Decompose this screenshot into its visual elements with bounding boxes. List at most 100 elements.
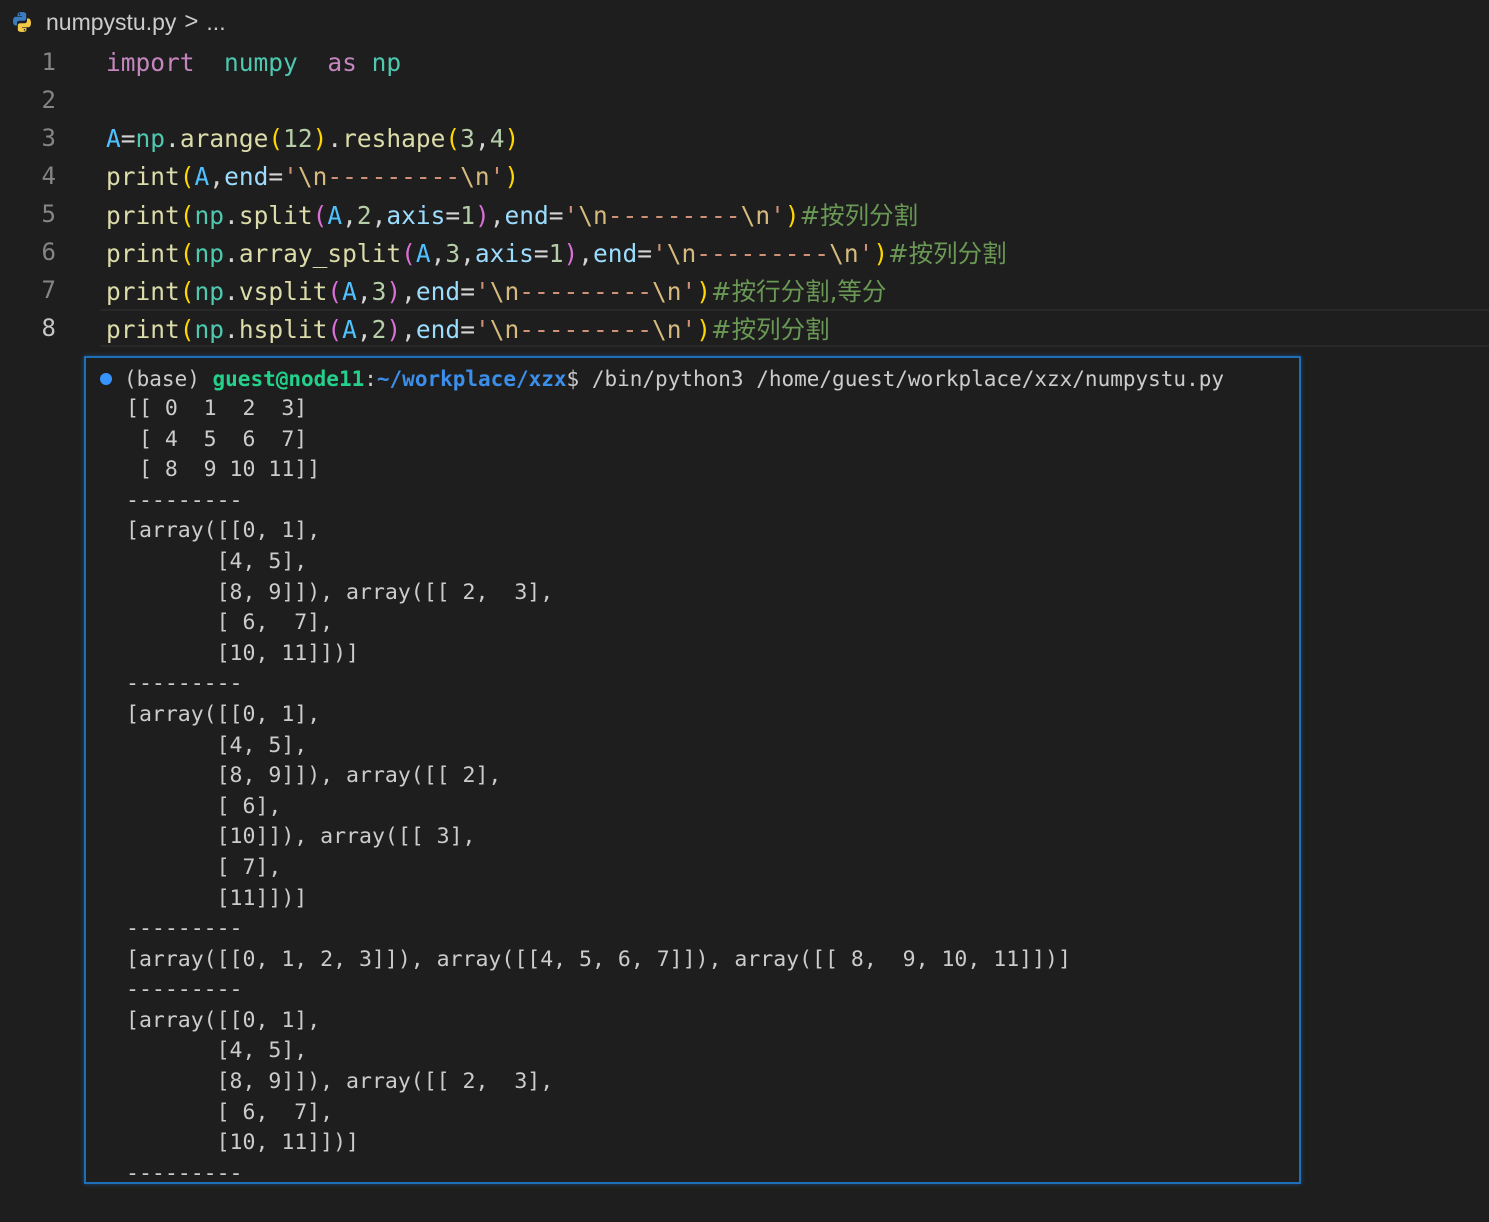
code-token: vsplit: [238, 276, 328, 306]
line-number: 7: [41, 276, 56, 304]
code-editor[interactable]: 1 import numpy as np 2 3 A=np.arange(12).res…: [0, 43, 1489, 347]
code-token: np: [194, 276, 225, 306]
code-token: .: [327, 123, 343, 153]
code-token: .: [224, 200, 239, 230]
code-token: ): [504, 123, 520, 153]
code-token: np: [194, 238, 225, 268]
code-token: A: [327, 200, 343, 230]
code-line[interactable]: 3 A=np.arange(12).reshape(3,4): [0, 119, 1489, 157]
code-token: end: [504, 200, 549, 230]
code-line[interactable]: 2: [0, 81, 1489, 119]
code-token: print: [106, 161, 180, 191]
code-token: ): [386, 314, 402, 344]
code-token: \n: [829, 238, 859, 268]
code-line[interactable]: 5 print(np.split(A,2,axis=1),end='\n-----…: [0, 195, 1489, 233]
code-token: (: [445, 123, 461, 153]
code-token: ': [283, 161, 298, 191]
code-text[interactable]: print(np.vsplit(A,3),end='\n---------\n'…: [106, 273, 886, 308]
code-token: ---------: [607, 200, 741, 230]
code-line[interactable]: 8 print(np.hsplit(A,2),end='\n---------\n…: [0, 309, 1489, 347]
terminal-panel[interactable]: (base) guest@node11: ~/workplace/xzx $ /bi…: [84, 356, 1301, 1184]
code-token: ---------: [327, 161, 461, 191]
prompt-colon: :: [364, 367, 377, 391]
code-token: ): [696, 276, 712, 306]
code-token: =: [548, 200, 564, 230]
code-token: print: [106, 314, 180, 344]
command-status-dot-icon[interactable]: [100, 373, 112, 385]
code-token: \n: [578, 200, 608, 230]
code-text[interactable]: import numpy as np: [106, 48, 401, 77]
code-token: ): [312, 123, 328, 153]
code-token: ,: [474, 123, 490, 153]
code-token: ): [474, 200, 490, 230]
code-token: A: [415, 238, 431, 268]
code-token: ': [489, 161, 505, 191]
code-token: print: [106, 200, 180, 230]
code-token: (: [327, 314, 343, 344]
code-line[interactable]: 7 print(np.vsplit(A,3),end='\n---------\n…: [0, 271, 1489, 309]
code-token: ): [504, 161, 520, 191]
terminal-prompt: (base) guest@node11: ~/workplace/xzx $ /bi…: [100, 364, 1224, 394]
code-token: 1: [548, 238, 564, 268]
code-token: ': [563, 200, 579, 230]
code-line[interactable]: 4 print(A,end='\n---------\n'): [0, 157, 1489, 195]
code-token: .: [224, 238, 239, 268]
code-text[interactable]: print(np.hsplit(A,2),end='\n---------\n'…: [106, 311, 830, 346]
python-file-icon: [13, 12, 31, 32]
breadcrumb-file[interactable]: numpystu.py: [46, 9, 176, 36]
line-number: 3: [41, 124, 56, 152]
code-token: ): [563, 238, 579, 268]
code-token: #按列分割: [711, 314, 830, 344]
code-token: 3: [445, 238, 461, 268]
code-token: end: [415, 314, 461, 344]
code-token: axis: [474, 238, 534, 268]
code-token: ': [770, 200, 785, 230]
code-token: ,: [209, 161, 225, 191]
code-token: ): [784, 200, 800, 230]
code-token: end: [592, 238, 638, 268]
code-token: (: [179, 276, 195, 306]
code-token: ,: [356, 314, 372, 344]
line-number: 2: [41, 86, 56, 114]
code-token: #按列分割: [799, 200, 919, 230]
code-token: ': [681, 314, 697, 344]
code-text[interactable]: print(np.split(A,2,axis=1),end='\n------…: [106, 197, 918, 232]
code-text[interactable]: print(np.array_split(A,3,axis=1),end='\n…: [106, 235, 1007, 270]
code-line[interactable]: 1 import numpy as np: [0, 43, 1489, 81]
code-token: 1: [460, 200, 475, 230]
code-token: .: [165, 123, 180, 153]
code-token: split: [238, 200, 313, 230]
code-text[interactable]: print(A,end='\n---------\n'): [106, 162, 519, 191]
line-number: 4: [41, 162, 56, 190]
code-token: =: [445, 200, 461, 230]
code-token: ,: [578, 238, 593, 268]
code-token: 2: [371, 314, 387, 344]
code-token: (: [179, 161, 195, 191]
code-token: ,: [371, 200, 387, 230]
code-token: A: [106, 123, 121, 153]
code-token: 3: [371, 276, 387, 306]
code-token: ): [696, 314, 712, 344]
code-line[interactable]: 6 print(np.array_split(A,3,axis=1),end='\…: [0, 233, 1489, 271]
code-token: ): [386, 276, 402, 306]
code-token: \n: [652, 314, 682, 344]
code-token: 3: [460, 123, 475, 153]
code-token: ': [858, 238, 874, 268]
code-token: \n: [460, 161, 490, 191]
code-token: (: [268, 123, 284, 153]
code-token: ': [652, 238, 667, 268]
code-token: 12: [283, 123, 313, 153]
code-text[interactable]: A=np.arange(12).reshape(3,4): [106, 124, 519, 153]
code-token: =: [120, 123, 136, 153]
breadcrumb-ellipsis[interactable]: ...: [206, 9, 225, 36]
code-token: ': [681, 276, 697, 306]
code-token: axis: [386, 200, 446, 230]
code-token: .: [224, 276, 239, 306]
code-token: (: [179, 314, 195, 344]
code-token: np: [135, 123, 166, 153]
code-token: ---------: [519, 314, 652, 344]
code-token: np: [194, 314, 225, 344]
code-token: ': [474, 276, 490, 306]
